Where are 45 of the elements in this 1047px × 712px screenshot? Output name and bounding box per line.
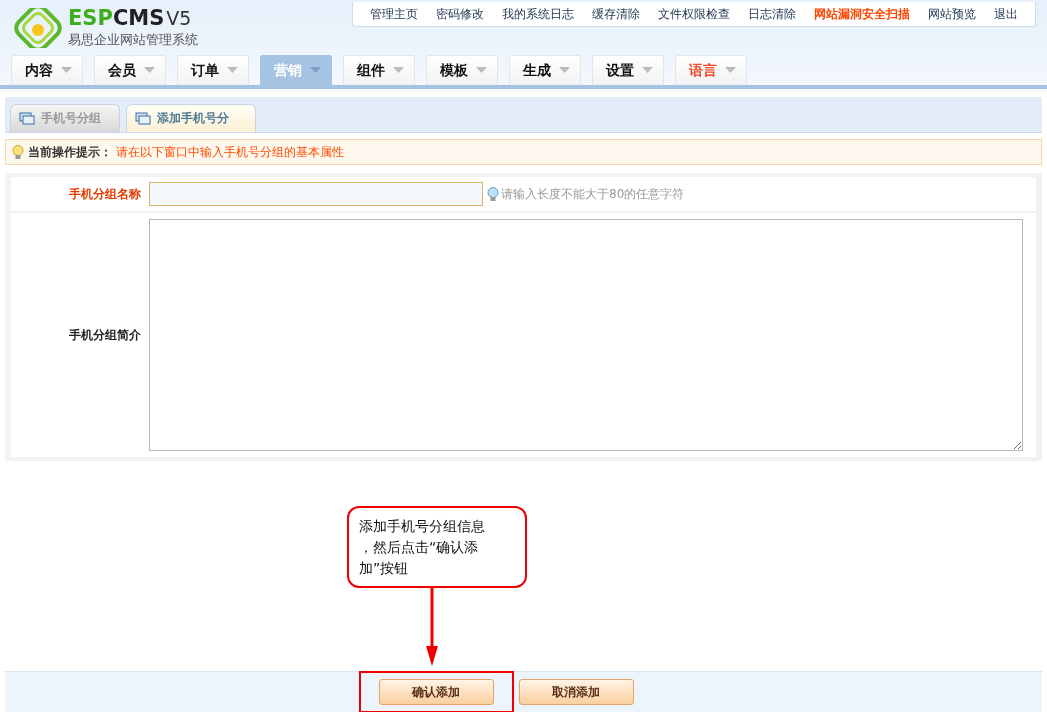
tip-text: 请在以下窗口中输入手机号分组的基本属性 (116, 143, 344, 161)
nav-tab[interactable]: 语言 (675, 55, 747, 85)
logo-brand: ESPCMS (68, 7, 165, 29)
nav-tab[interactable]: 生成 (509, 55, 581, 85)
top-link[interactable]: 网站漏洞安全扫描 (805, 5, 919, 23)
caret-icon (393, 67, 404, 74)
nav-tab[interactable]: 模板 (426, 55, 498, 85)
logo-subtitle: 易思企业网站管理系统 (68, 30, 198, 49)
nav-tab[interactable]: 组件 (343, 55, 415, 85)
input-field[interactable] (149, 182, 483, 206)
top-link[interactable]: 我的系统日志 (493, 5, 583, 23)
logo-icon (12, 8, 64, 48)
field-hint: 请输入长度不能大于80的任意字符 (501, 185, 685, 203)
caret-icon (227, 67, 238, 74)
caret-icon (144, 67, 155, 74)
nav-tab[interactable]: 内容 (11, 55, 83, 85)
nav-tab[interactable]: 会员 (94, 55, 166, 85)
caret-icon (61, 67, 72, 74)
top-link[interactable]: 密码修改 (427, 5, 493, 23)
caret-icon (310, 67, 321, 74)
annotation-callout: 添加手机号分组信息 ，然后点击“确认添 加”按钮 (347, 506, 527, 588)
field-label: 手机分组简介 (68, 326, 142, 344)
monitor-icon (135, 111, 151, 126)
monitor-icon (19, 111, 35, 126)
caret-icon (642, 67, 653, 74)
top-link[interactable]: 退出 (985, 5, 1027, 23)
nav-tab[interactable]: 订单 (177, 55, 249, 85)
sub-tab[interactable]: 添加手机号分 (126, 104, 256, 132)
top-link[interactable]: 网站预览 (919, 5, 985, 23)
tip-label: 当前操作提示： (28, 143, 112, 161)
caret-icon (476, 67, 487, 74)
nav-tab[interactable]: 设置 (592, 55, 664, 85)
lightbulb-icon (12, 144, 24, 160)
top-link[interactable]: 缓存清除 (583, 5, 649, 23)
logo-version: V5 (166, 8, 192, 28)
caret-icon (725, 67, 736, 74)
top-link[interactable]: 日志清除 (739, 5, 805, 23)
textarea-field[interactable] (149, 219, 1023, 451)
top-link[interactable]: 管理主页 (361, 5, 427, 23)
form-button[interactable]: 确认添加 (378, 679, 494, 705)
top-link[interactable]: 文件权限检查 (649, 5, 739, 23)
caret-icon (559, 67, 570, 74)
field-label: 手机分组名称 (68, 185, 142, 203)
form-button[interactable]: 取消添加 (518, 679, 634, 705)
lightbulb-icon (487, 186, 499, 202)
